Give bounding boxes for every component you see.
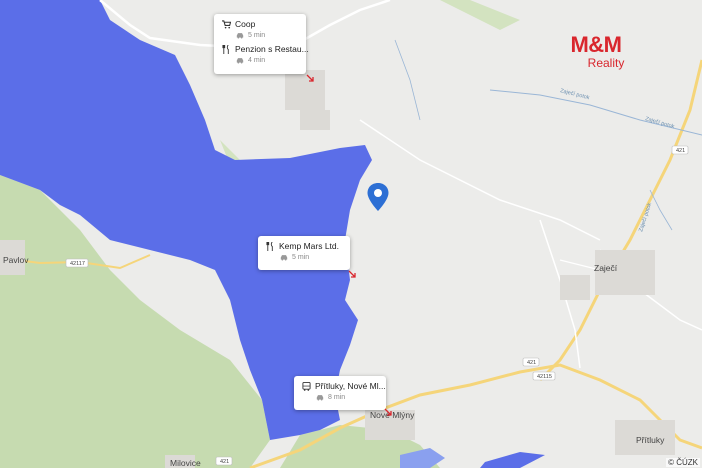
poi-drive-time-bus: 8 min	[302, 393, 378, 402]
pond-south-1	[480, 452, 545, 468]
stream-label-2: Zaječí potok	[644, 116, 675, 130]
poi-name-kemp: Kemp Mars Ltd.	[279, 241, 339, 251]
poi-item-penzion[interactable]: Penzion s Restau...	[222, 44, 309, 54]
town-label-milovice: Milovice	[170, 458, 201, 468]
svg-text:421: 421	[527, 360, 536, 366]
town-label-zajeci: Zaječí	[594, 263, 618, 273]
poi-item-kemp[interactable]: Kemp Mars Ltd.	[266, 241, 342, 251]
poi-card-bus[interactable]: Přítluky, Nové Ml... 8 min	[294, 376, 386, 410]
car-icon	[235, 31, 244, 40]
direction-arrow-icon	[384, 408, 392, 416]
brand-logo-text: M&M	[570, 32, 622, 57]
town-label-pavlov: Pavlov	[3, 255, 29, 265]
stream-label-1: Zaječí potok	[560, 88, 591, 101]
restaurant-icon	[266, 241, 275, 251]
poi-card-north[interactable]: Coop 5 min Penzion s Restau... 4 min	[214, 14, 309, 74]
stream-3	[649, 189, 673, 231]
road-shield-42115: 42115	[532, 371, 556, 381]
poi-item-coop[interactable]: Coop	[222, 19, 298, 29]
location-pin-icon[interactable]	[366, 182, 390, 212]
poi-name-coop: Coop	[235, 19, 256, 29]
road-shield-421-east: 421	[671, 145, 689, 155]
green-strip-north	[440, 0, 520, 30]
svg-text:42117: 42117	[70, 261, 85, 267]
direction-arrow-icon	[348, 270, 356, 278]
town-label-pritluky: Přítluky	[636, 435, 665, 445]
poi-card-kemp[interactable]: Kemp Mars Ltd. 5 min	[258, 236, 350, 270]
town-label-nove-mlyny: Nové Mlýny	[370, 410, 415, 420]
brand-logo: M&M Reality	[556, 32, 636, 71]
cart-icon	[222, 19, 231, 29]
road-east-yellow	[538, 59, 702, 382]
car-icon	[235, 56, 244, 65]
svg-text:421: 421	[676, 148, 685, 154]
poi-name-penzion: Penzion s Restau...	[235, 44, 309, 54]
brand-logo-subtitle: Reality	[587, 56, 625, 70]
poi-drive-time-coop: 5 min	[222, 31, 298, 40]
bus-icon	[302, 381, 311, 391]
poi-item-bus[interactable]: Přítluky, Nové Ml...	[302, 381, 386, 391]
poi-drive-time-penzion: 4 min	[222, 56, 298, 65]
direction-arrow-icon	[306, 74, 314, 82]
stream-2	[394, 39, 421, 121]
restaurant-icon	[222, 44, 231, 54]
car-icon	[279, 253, 288, 262]
map-attribution: © ČÚZK	[666, 458, 700, 467]
map-canvas[interactable]: Pavlov Zaječí Nové Mlýny Přítluky Milovi…	[0, 0, 702, 468]
road-shield-42117: 42117	[65, 258, 89, 268]
svg-text:421: 421	[220, 459, 229, 465]
poi-name-bus: Přítluky, Nové Ml...	[315, 381, 386, 391]
road-shield-421-mid: 421	[522, 357, 540, 367]
svg-text:42115: 42115	[537, 374, 552, 380]
poi-drive-time-kemp: 5 min	[266, 253, 342, 262]
car-icon	[315, 393, 324, 402]
road-shield-421-south: 421	[215, 456, 233, 466]
road-minor-1	[359, 119, 601, 241]
